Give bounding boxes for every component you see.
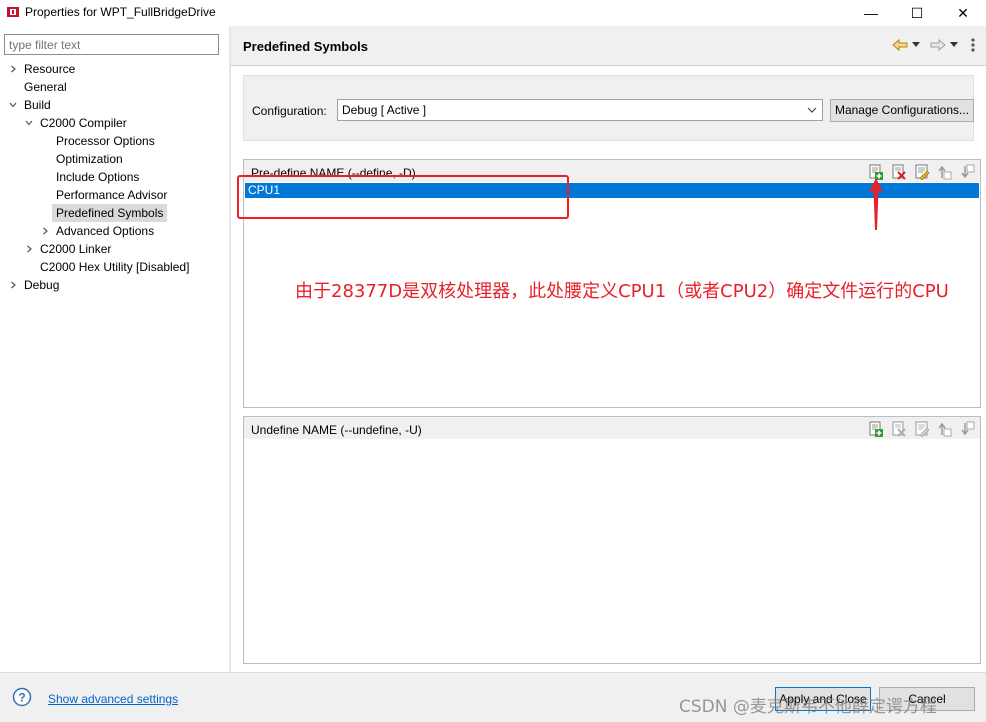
tree-item-label: Predefined Symbols [56,206,164,220]
tree-item[interactable]: Processor Options [56,132,155,150]
tree-item[interactable]: Predefined Symbols [52,204,168,222]
title-bar: Properties for WPT_FullBridgeDrive — ☐ ✕ [0,0,986,26]
undefine-list-toolbar [868,421,976,437]
move-up-icon[interactable] [937,164,953,180]
chevron-right-icon[interactable] [24,240,34,258]
watermark-text: CSDN @麦克斯韦不他薛定谔方程 [679,697,937,717]
tree-item[interactable]: C2000 Hex Utility [Disabled] [40,258,189,276]
tree-item[interactable]: Resource [24,60,75,78]
annotation-arrow-icon [869,178,883,230]
undefine-list-title: Undefine NAME (--undefine, -U) [251,423,422,437]
help-icon[interactable]: ? [12,687,32,707]
more-options-icon[interactable] [970,38,976,52]
tree-item[interactable]: Build [24,96,51,114]
tree-item[interactable]: Performance Advisor [56,186,167,204]
tree-item-label: Processor Options [56,134,155,148]
minimize-icon: — [864,5,878,21]
delete-icon[interactable] [891,421,907,437]
tree-item-label: Build [24,98,51,112]
configuration-label: Configuration: [252,104,327,118]
delete-icon[interactable] [891,164,907,180]
move-down-icon[interactable] [960,164,976,180]
tree-item[interactable]: C2000 Linker [40,240,111,258]
app-icon [7,7,19,17]
manage-configurations-button[interactable]: Manage Configurations... [830,99,974,122]
back-menu-chevron-icon[interactable] [912,42,920,48]
tree-item-label: Debug [24,278,60,292]
tree-item-label: C2000 Linker [40,242,112,256]
tree-item-label: Include Options [56,170,140,184]
undefine-list-header: Undefine NAME (--undefine, -U) [244,417,980,439]
configuration-select[interactable]: Debug [ Active ] [337,99,823,121]
edit-icon[interactable] [914,164,930,180]
tree-item[interactable]: Include Options [56,168,139,186]
svg-text:?: ? [18,691,25,705]
close-button[interactable]: ✕ [940,0,986,26]
tree-item[interactable]: Debug [24,276,59,294]
tree-item-label: C2000 Compiler [40,116,127,130]
page-body: Configuration: Debug [ Active ] Manage C… [231,67,986,672]
close-icon: ✕ [957,4,969,21]
chevron-down-icon[interactable] [8,96,18,114]
nav-toolbar [892,38,976,52]
tree-item-label: Advanced Options [56,224,155,238]
annotation-highlight-box [237,175,569,219]
chevron-down-icon[interactable] [24,114,34,132]
show-advanced-settings-link[interactable]: Show advanced settings [48,692,178,706]
undefine-list-group: Undefine NAME (--undefine, -U) [243,416,981,664]
annotation-text: 由于28377D是双核处理器，此处腰定义CPU1（或者CPU2）确定文件运行的C… [295,281,949,302]
tree-item-label: General [24,80,67,94]
chevron-right-icon[interactable] [8,276,18,294]
chevron-right-icon[interactable] [40,222,50,240]
add-icon[interactable] [868,421,884,437]
navigation-panel: Resource General Build C2000 Compiler Proces… [0,30,229,670]
filter-input[interactable] [4,34,219,55]
move-down-icon[interactable] [960,421,976,437]
configuration-value: Debug [ Active ] [342,103,427,117]
move-up-icon[interactable] [937,421,953,437]
tree-item[interactable]: Optimization [56,150,123,168]
tree-item-label: Resource [24,62,76,76]
tree-item-label: C2000 Hex Utility [Disabled] [40,260,190,274]
forward-icon[interactable] [930,38,946,52]
page-title: Predefined Symbols [243,39,368,54]
edit-icon[interactable] [914,421,930,437]
forward-menu-chevron-icon[interactable] [950,42,958,48]
tree-item[interactable]: Advanced Options [56,222,154,240]
maximize-button[interactable]: ☐ [894,0,940,26]
tree-item[interactable]: C2000 Compiler [40,114,127,132]
configuration-group: Configuration: Debug [ Active ] Manage C… [243,75,974,141]
tree-item-label: Optimization [56,152,123,166]
minimize-button[interactable]: — [848,0,894,26]
chevron-right-icon[interactable] [8,60,18,78]
back-icon[interactable] [892,38,908,52]
tree-item-label: Performance Advisor [56,188,168,202]
window-title: Properties for WPT_FullBridgeDrive [25,5,216,19]
maximize-icon: ☐ [910,4,924,21]
page-header: Predefined Symbols [231,26,986,66]
tree-item[interactable]: General [24,78,67,96]
chevron-down-icon [807,107,817,113]
